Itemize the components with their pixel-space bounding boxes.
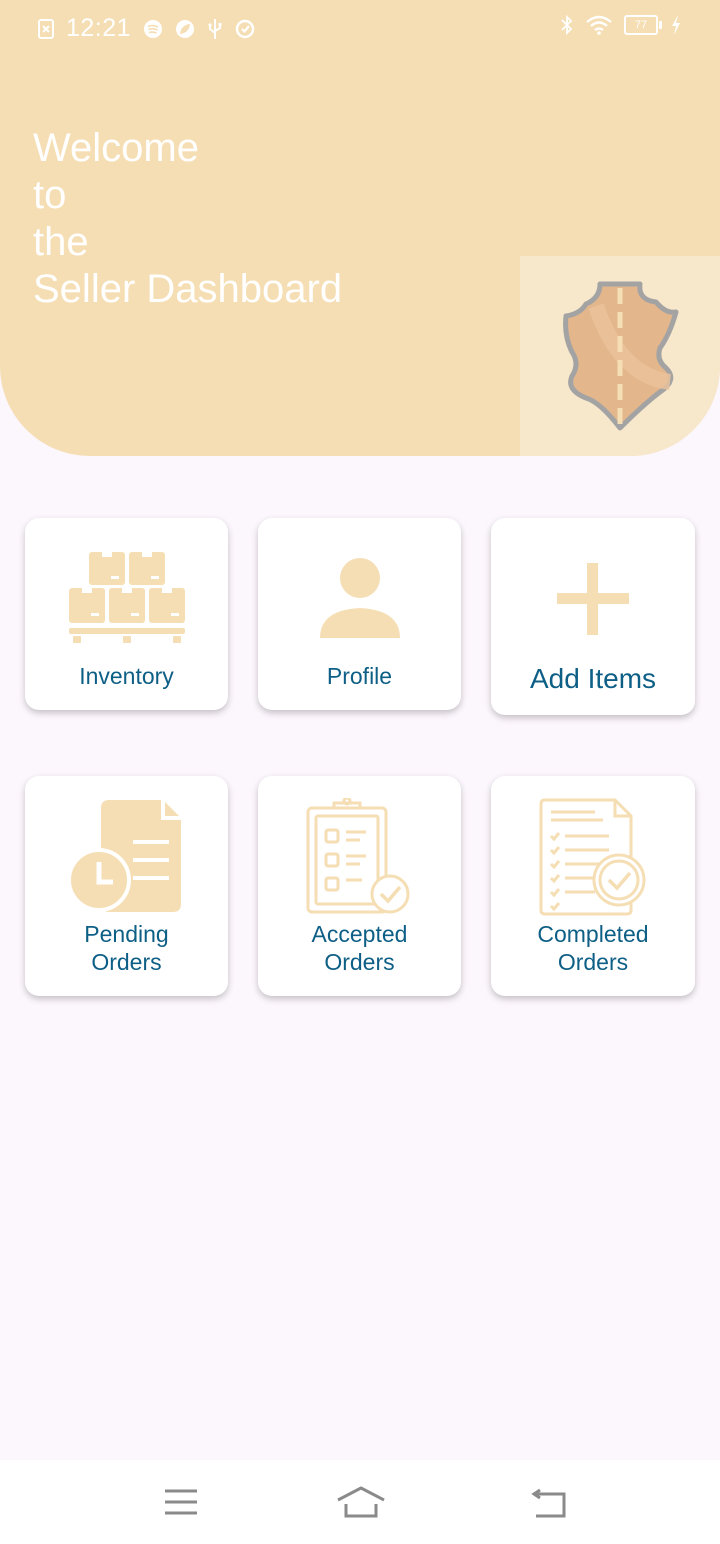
checklist-check-icon xyxy=(539,798,646,916)
add-items-tile[interactable]: Add Items xyxy=(491,518,695,715)
pending-orders-label-line1: Pending xyxy=(84,921,169,947)
screenshot-icon xyxy=(38,18,54,39)
add-items-label: Add Items xyxy=(529,663,657,694)
welcome-heading: Welcome to the Seller Dashboard xyxy=(33,125,342,313)
status-bar: 12:21 77 xyxy=(0,0,720,56)
leather-hide-logo-icon xyxy=(563,281,679,431)
inventory-boxes-icon xyxy=(68,552,185,643)
welcome-line: to xyxy=(33,173,67,217)
completed-orders-tile[interactable]: Completed Orders xyxy=(491,776,695,996)
inventory-label: Inventory xyxy=(79,663,174,689)
welcome-line: the xyxy=(33,220,89,264)
menu-button[interactable] xyxy=(163,1486,199,1523)
leaf-icon xyxy=(176,19,195,38)
clipboard-check-icon xyxy=(306,798,409,914)
system-nav-bar xyxy=(0,1460,720,1544)
person-icon xyxy=(319,558,400,638)
dashboard-header: 12:21 77 Welcome to the Seller Dashboard xyxy=(0,0,720,456)
status-time: 12:21 xyxy=(66,14,132,42)
accepted-orders-tile[interactable]: Accepted Orders xyxy=(258,776,461,996)
bluetooth-icon xyxy=(561,14,573,36)
sync-icon xyxy=(235,19,255,38)
pending-orders-label-line2: Orders xyxy=(91,949,162,975)
plus-icon xyxy=(557,563,629,635)
welcome-line: Welcome xyxy=(33,126,199,170)
menu-icon xyxy=(165,1489,197,1515)
home-icon xyxy=(337,1486,385,1518)
pending-document-clock-icon xyxy=(68,800,181,912)
usb-icon xyxy=(208,18,222,39)
inventory-tile[interactable]: Inventory xyxy=(25,518,228,710)
completed-orders-label-line1: Completed xyxy=(537,921,649,947)
accepted-orders-label: Accepted Orders xyxy=(258,920,461,976)
profile-tile[interactable]: Profile xyxy=(258,518,461,710)
charging-icon xyxy=(672,15,680,35)
back-button[interactable] xyxy=(530,1486,568,1525)
completed-orders-label-line2: Orders xyxy=(557,949,629,975)
battery-icon: 77 xyxy=(624,15,662,35)
completed-orders-label: Completed Orders xyxy=(491,920,695,976)
welcome-line: Seller Dashboard xyxy=(33,267,343,311)
back-icon xyxy=(531,1488,566,1518)
profile-label: Profile xyxy=(326,663,393,689)
logo-box xyxy=(520,256,720,456)
pending-orders-tile[interactable]: Pending Orders xyxy=(25,776,228,996)
pending-orders-label: Pending Orders xyxy=(25,920,228,976)
spotify-icon xyxy=(144,19,163,38)
home-button[interactable] xyxy=(336,1486,386,1525)
accepted-orders-label-line1: Accepted xyxy=(311,921,408,947)
accepted-orders-label-line2: Orders xyxy=(324,949,395,975)
wifi-icon xyxy=(586,15,612,35)
